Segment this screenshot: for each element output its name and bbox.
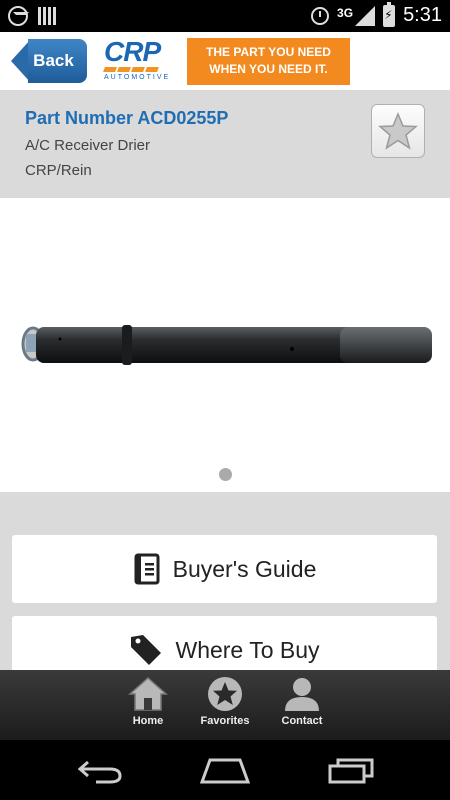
part-info-panel: Part Number ACD0255P A/C Receiver Drier … [0, 90, 450, 198]
home-nav-icon[interactable] [200, 758, 250, 784]
buyers-guide-button[interactable]: Buyer's Guide [12, 535, 437, 603]
status-bar: 3G 5:31 [0, 0, 450, 32]
tab-contact[interactable]: Contact [267, 676, 337, 736]
page-indicator-dot [219, 468, 232, 481]
back-nav-icon[interactable] [78, 758, 122, 784]
back-button-label: Back [28, 39, 87, 83]
recents-nav-icon[interactable] [328, 758, 374, 784]
logo-stripes [103, 67, 176, 72]
book-icon [134, 553, 160, 585]
back-button[interactable]: Back [11, 39, 87, 83]
tagline-banner: THE PART YOU NEED WHEN YOU NEED IT. [187, 38, 350, 85]
network-type: 3G [337, 5, 354, 20]
crp-logo: CRP AUTOMOTIVE [103, 38, 176, 86]
part-description: A/C Receiver Drier [25, 137, 151, 154]
part-number: Part Number ACD0255P [25, 108, 229, 128]
tab-favorites[interactable]: Favorites [190, 676, 260, 736]
system-nav-bar [0, 740, 450, 800]
barcode-icon [38, 7, 56, 25]
star-icon [208, 677, 242, 711]
where-to-buy-button[interactable]: Where To Buy [12, 616, 437, 670]
buyers-guide-label: Buyer's Guide [172, 555, 317, 582]
tab-home[interactable]: Home [113, 676, 183, 736]
part-brand: CRP/Rein [25, 162, 92, 179]
tag-icon [131, 635, 162, 665]
product-image-gallery[interactable] [0, 198, 450, 492]
where-to-buy-label: Where To Buy [175, 636, 320, 663]
signal-icon [355, 5, 376, 26]
star-icon [378, 112, 418, 150]
alarm-icon [311, 6, 330, 25]
battery-icon [383, 1, 396, 27]
add-favorite-button[interactable] [371, 104, 425, 158]
bottom-tab-bar: Home Favorites Contact [0, 670, 450, 740]
person-icon [285, 678, 319, 711]
product-image [21, 325, 432, 365]
motorola-icon [8, 6, 29, 26]
tab-contact-label: Contact [281, 715, 323, 727]
clock: 5:31 [403, 4, 442, 26]
app-header: Back CRP AUTOMOTIVE THE PART YOU NEED WH… [0, 32, 450, 90]
tab-favorites-label: Favorites [200, 715, 250, 727]
actions-panel: Buyer's Guide Where To Buy [0, 492, 450, 670]
tab-home-label: Home [132, 715, 164, 727]
home-icon [128, 676, 168, 711]
